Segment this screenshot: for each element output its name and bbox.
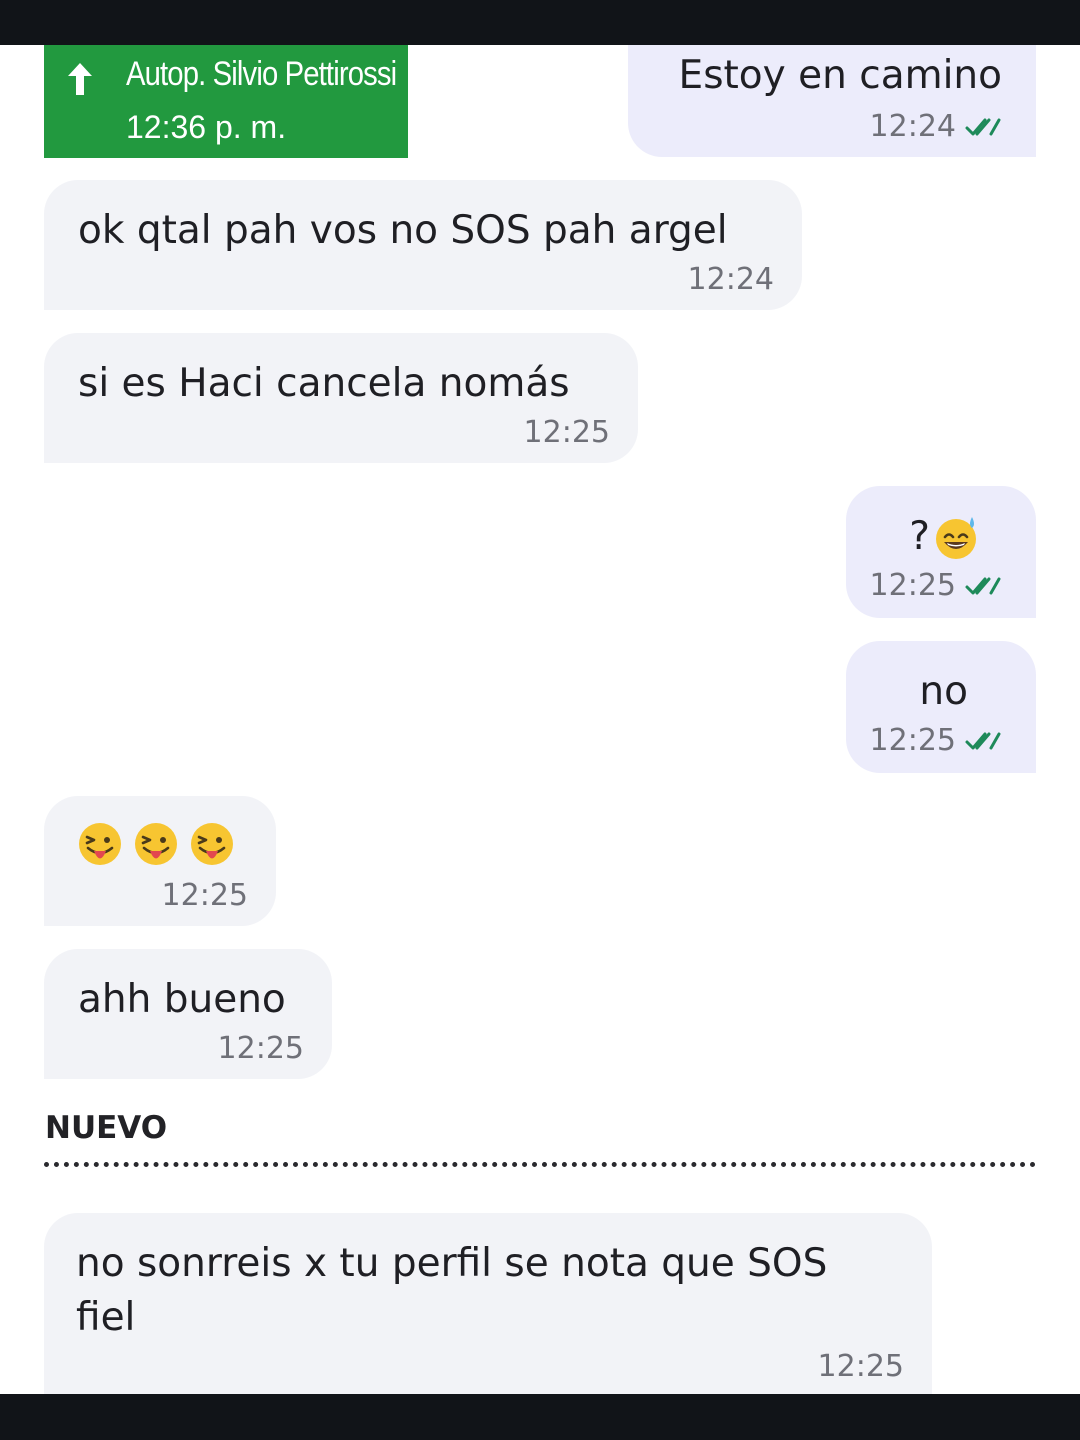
message-meta: 12:24 [688, 260, 774, 299]
message-meta: 12:25 [870, 721, 1002, 760]
message-time: 12:25 [869, 723, 956, 758]
message-bubble-incoming[interactable]: ok qtal pah vos no SOS pah argel 12:24 [44, 180, 802, 310]
message-bubble-incoming[interactable]: si es Haci cancela nomás 12:25 [44, 333, 638, 463]
message-time: 12:25 [869, 568, 956, 603]
message-time: 12:25 [217, 1031, 304, 1066]
message-text-line-2: fiel [76, 1295, 136, 1340]
message-time: 12:24 [687, 262, 774, 297]
winking-tongue-emoji-icon [79, 823, 121, 865]
message-text: Estoy en camino [678, 53, 1002, 98]
emoji-row [76, 820, 236, 868]
message-time: 12:25 [161, 878, 248, 913]
double-check-icon [965, 577, 1001, 594]
message-time: 12:25 [523, 415, 610, 450]
message-text: si es Haci cancela nomás [78, 361, 570, 406]
message-meta: 12:24 [870, 107, 1002, 146]
message-meta: 12:25 [162, 876, 248, 915]
new-messages-label: NUEVO [45, 1110, 168, 1146]
winking-tongue-emoji-icon [191, 823, 233, 865]
message-text: no [919, 669, 968, 714]
message-text: ahh bueno [78, 977, 286, 1022]
message-time: 12:24 [869, 109, 956, 144]
sweat-smile-emoji-icon [936, 517, 976, 560]
message-bubble-outgoing[interactable]: ? 12:25 [846, 486, 1036, 618]
winking-tongue-emoji-icon [135, 823, 177, 865]
message-bubble-outgoing[interactable]: Estoy en camino 12:24 [628, 45, 1036, 157]
new-messages-divider [44, 1162, 1036, 1167]
navigation-street: Autop. Silvio Pettirossi [126, 55, 397, 93]
double-check-icon [965, 732, 1001, 749]
message-text-line-1: no sonrreis x tu perfil se nota que SOS [76, 1241, 828, 1286]
navigation-bar [0, 1394, 1080, 1440]
message-meta: 12:25 [524, 413, 610, 452]
arrow-up-icon [68, 63, 92, 95]
message-bubble-incoming[interactable]: ahh bueno 12:25 [44, 949, 332, 1079]
message-bubble-incoming[interactable]: 12:25 [44, 796, 276, 926]
message-meta: 12:25 [870, 566, 1002, 605]
message-time: 12:25 [817, 1349, 904, 1384]
status-bar [0, 0, 1080, 45]
message-bubble-outgoing[interactable]: no 12:25 [846, 641, 1036, 773]
message-text: ? [909, 514, 930, 559]
double-check-icon [965, 118, 1001, 135]
navigation-eta: 12:36 p. m. [126, 109, 287, 145]
message-text: ok qtal pah vos no SOS pah argel [78, 208, 728, 253]
message-bubble-incoming[interactable]: no sonrreis x tu perfil se nota que SOS … [44, 1213, 932, 1394]
message-content: ? [909, 512, 980, 563]
message-meta: 12:25 [218, 1029, 304, 1068]
message-meta: 12:25 [818, 1347, 904, 1386]
navigation-banner[interactable]: Autop. Silvio Pettirossi 12:36 p. m. [44, 45, 408, 158]
